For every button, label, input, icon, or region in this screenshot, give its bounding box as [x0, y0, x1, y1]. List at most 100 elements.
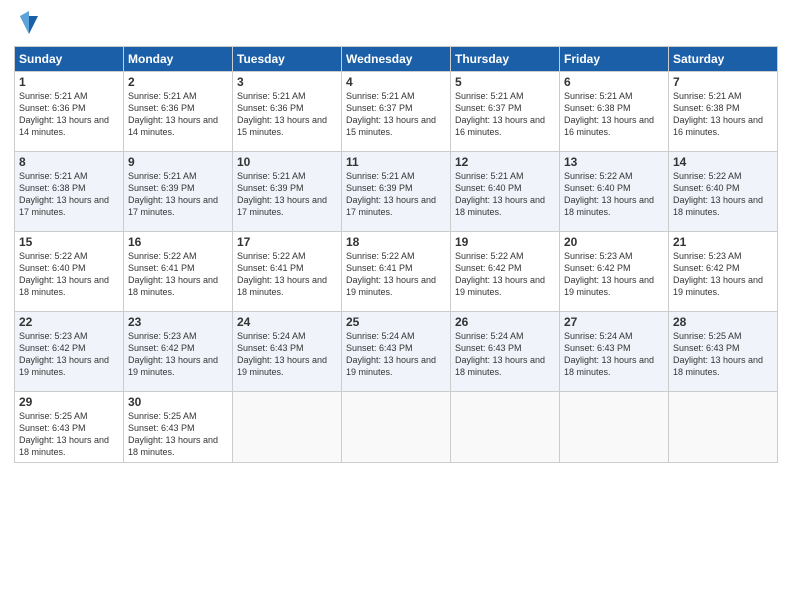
- table-row: 25 Sunrise: 5:24 AMSunset: 6:43 PMDaylig…: [342, 312, 451, 392]
- table-row: 1 Sunrise: 5:21 AMSunset: 6:36 PMDayligh…: [15, 72, 124, 152]
- logo: [14, 10, 40, 38]
- day-info: Sunrise: 5:22 AMSunset: 6:40 PMDaylight:…: [673, 171, 763, 217]
- day-info: Sunrise: 5:21 AMSunset: 6:40 PMDaylight:…: [455, 171, 545, 217]
- table-row: 29 Sunrise: 5:25 AMSunset: 6:43 PMDaylig…: [15, 392, 124, 463]
- calendar-header-row: Sunday Monday Tuesday Wednesday Thursday…: [15, 47, 778, 72]
- table-row: 10 Sunrise: 5:21 AMSunset: 6:39 PMDaylig…: [233, 152, 342, 232]
- col-thursday: Thursday: [451, 47, 560, 72]
- day-number: 11: [346, 155, 446, 169]
- day-info: Sunrise: 5:21 AMSunset: 6:39 PMDaylight:…: [128, 171, 218, 217]
- day-info: Sunrise: 5:21 AMSunset: 6:37 PMDaylight:…: [455, 91, 545, 137]
- day-number: 3: [237, 75, 337, 89]
- table-row: 26 Sunrise: 5:24 AMSunset: 6:43 PMDaylig…: [451, 312, 560, 392]
- table-row: 8 Sunrise: 5:21 AMSunset: 6:38 PMDayligh…: [15, 152, 124, 232]
- table-row: 4 Sunrise: 5:21 AMSunset: 6:37 PMDayligh…: [342, 72, 451, 152]
- day-number: 17: [237, 235, 337, 249]
- day-number: 10: [237, 155, 337, 169]
- day-number: 19: [455, 235, 555, 249]
- logo-icon: [18, 10, 40, 38]
- day-number: 18: [346, 235, 446, 249]
- table-row: 30 Sunrise: 5:25 AMSunset: 6:43 PMDaylig…: [124, 392, 233, 463]
- table-row: 3 Sunrise: 5:21 AMSunset: 6:36 PMDayligh…: [233, 72, 342, 152]
- day-info: Sunrise: 5:23 AMSunset: 6:42 PMDaylight:…: [673, 251, 763, 297]
- day-info: Sunrise: 5:22 AMSunset: 6:41 PMDaylight:…: [346, 251, 436, 297]
- table-row: [669, 392, 778, 463]
- day-number: 2: [128, 75, 228, 89]
- table-row: 15 Sunrise: 5:22 AMSunset: 6:40 PMDaylig…: [15, 232, 124, 312]
- day-info: Sunrise: 5:21 AMSunset: 6:37 PMDaylight:…: [346, 91, 436, 137]
- day-number: 29: [19, 395, 119, 409]
- day-info: Sunrise: 5:22 AMSunset: 6:41 PMDaylight:…: [237, 251, 327, 297]
- day-info: Sunrise: 5:21 AMSunset: 6:39 PMDaylight:…: [237, 171, 327, 217]
- day-info: Sunrise: 5:21 AMSunset: 6:36 PMDaylight:…: [128, 91, 218, 137]
- day-info: Sunrise: 5:24 AMSunset: 6:43 PMDaylight:…: [564, 331, 654, 377]
- day-info: Sunrise: 5:23 AMSunset: 6:42 PMDaylight:…: [19, 331, 109, 377]
- table-row: 17 Sunrise: 5:22 AMSunset: 6:41 PMDaylig…: [233, 232, 342, 312]
- day-info: Sunrise: 5:21 AMSunset: 6:36 PMDaylight:…: [237, 91, 327, 137]
- table-row: 16 Sunrise: 5:22 AMSunset: 6:41 PMDaylig…: [124, 232, 233, 312]
- col-friday: Friday: [560, 47, 669, 72]
- table-row: 7 Sunrise: 5:21 AMSunset: 6:38 PMDayligh…: [669, 72, 778, 152]
- day-info: Sunrise: 5:24 AMSunset: 6:43 PMDaylight:…: [346, 331, 436, 377]
- day-number: 25: [346, 315, 446, 329]
- day-info: Sunrise: 5:22 AMSunset: 6:41 PMDaylight:…: [128, 251, 218, 297]
- col-sunday: Sunday: [15, 47, 124, 72]
- day-number: 21: [673, 235, 773, 249]
- table-row: 23 Sunrise: 5:23 AMSunset: 6:42 PMDaylig…: [124, 312, 233, 392]
- day-number: 23: [128, 315, 228, 329]
- table-row: 9 Sunrise: 5:21 AMSunset: 6:39 PMDayligh…: [124, 152, 233, 232]
- table-row: 27 Sunrise: 5:24 AMSunset: 6:43 PMDaylig…: [560, 312, 669, 392]
- day-info: Sunrise: 5:23 AMSunset: 6:42 PMDaylight:…: [128, 331, 218, 377]
- day-info: Sunrise: 5:21 AMSunset: 6:38 PMDaylight:…: [564, 91, 654, 137]
- day-info: Sunrise: 5:21 AMSunset: 6:38 PMDaylight:…: [673, 91, 763, 137]
- day-info: Sunrise: 5:21 AMSunset: 6:38 PMDaylight:…: [19, 171, 109, 217]
- table-row: 20 Sunrise: 5:23 AMSunset: 6:42 PMDaylig…: [560, 232, 669, 312]
- day-info: Sunrise: 5:24 AMSunset: 6:43 PMDaylight:…: [455, 331, 545, 377]
- table-row: 18 Sunrise: 5:22 AMSunset: 6:41 PMDaylig…: [342, 232, 451, 312]
- day-number: 9: [128, 155, 228, 169]
- day-number: 30: [128, 395, 228, 409]
- day-info: Sunrise: 5:23 AMSunset: 6:42 PMDaylight:…: [564, 251, 654, 297]
- col-monday: Monday: [124, 47, 233, 72]
- day-number: 22: [19, 315, 119, 329]
- table-row: 28 Sunrise: 5:25 AMSunset: 6:43 PMDaylig…: [669, 312, 778, 392]
- table-row: 14 Sunrise: 5:22 AMSunset: 6:40 PMDaylig…: [669, 152, 778, 232]
- table-row: 12 Sunrise: 5:21 AMSunset: 6:40 PMDaylig…: [451, 152, 560, 232]
- table-row: 13 Sunrise: 5:22 AMSunset: 6:40 PMDaylig…: [560, 152, 669, 232]
- table-row: 24 Sunrise: 5:24 AMSunset: 6:43 PMDaylig…: [233, 312, 342, 392]
- table-row: [233, 392, 342, 463]
- day-number: 26: [455, 315, 555, 329]
- day-number: 16: [128, 235, 228, 249]
- day-info: Sunrise: 5:21 AMSunset: 6:36 PMDaylight:…: [19, 91, 109, 137]
- day-info: Sunrise: 5:21 AMSunset: 6:39 PMDaylight:…: [346, 171, 436, 217]
- day-info: Sunrise: 5:22 AMSunset: 6:42 PMDaylight:…: [455, 251, 545, 297]
- col-wednesday: Wednesday: [342, 47, 451, 72]
- col-saturday: Saturday: [669, 47, 778, 72]
- day-number: 5: [455, 75, 555, 89]
- table-row: 6 Sunrise: 5:21 AMSunset: 6:38 PMDayligh…: [560, 72, 669, 152]
- day-number: 6: [564, 75, 664, 89]
- table-row: [560, 392, 669, 463]
- day-number: 14: [673, 155, 773, 169]
- header: [14, 10, 778, 38]
- day-number: 7: [673, 75, 773, 89]
- day-info: Sunrise: 5:25 AMSunset: 6:43 PMDaylight:…: [128, 411, 218, 457]
- day-number: 28: [673, 315, 773, 329]
- day-number: 27: [564, 315, 664, 329]
- table-row: 19 Sunrise: 5:22 AMSunset: 6:42 PMDaylig…: [451, 232, 560, 312]
- table-row: 22 Sunrise: 5:23 AMSunset: 6:42 PMDaylig…: [15, 312, 124, 392]
- day-number: 8: [19, 155, 119, 169]
- day-number: 1: [19, 75, 119, 89]
- day-number: 24: [237, 315, 337, 329]
- day-number: 20: [564, 235, 664, 249]
- day-number: 4: [346, 75, 446, 89]
- table-row: 11 Sunrise: 5:21 AMSunset: 6:39 PMDaylig…: [342, 152, 451, 232]
- table-row: 2 Sunrise: 5:21 AMSunset: 6:36 PMDayligh…: [124, 72, 233, 152]
- day-info: Sunrise: 5:24 AMSunset: 6:43 PMDaylight:…: [237, 331, 327, 377]
- calendar-table: Sunday Monday Tuesday Wednesday Thursday…: [14, 46, 778, 463]
- table-row: [451, 392, 560, 463]
- table-row: [342, 392, 451, 463]
- day-info: Sunrise: 5:25 AMSunset: 6:43 PMDaylight:…: [673, 331, 763, 377]
- day-info: Sunrise: 5:22 AMSunset: 6:40 PMDaylight:…: [19, 251, 109, 297]
- table-row: 5 Sunrise: 5:21 AMSunset: 6:37 PMDayligh…: [451, 72, 560, 152]
